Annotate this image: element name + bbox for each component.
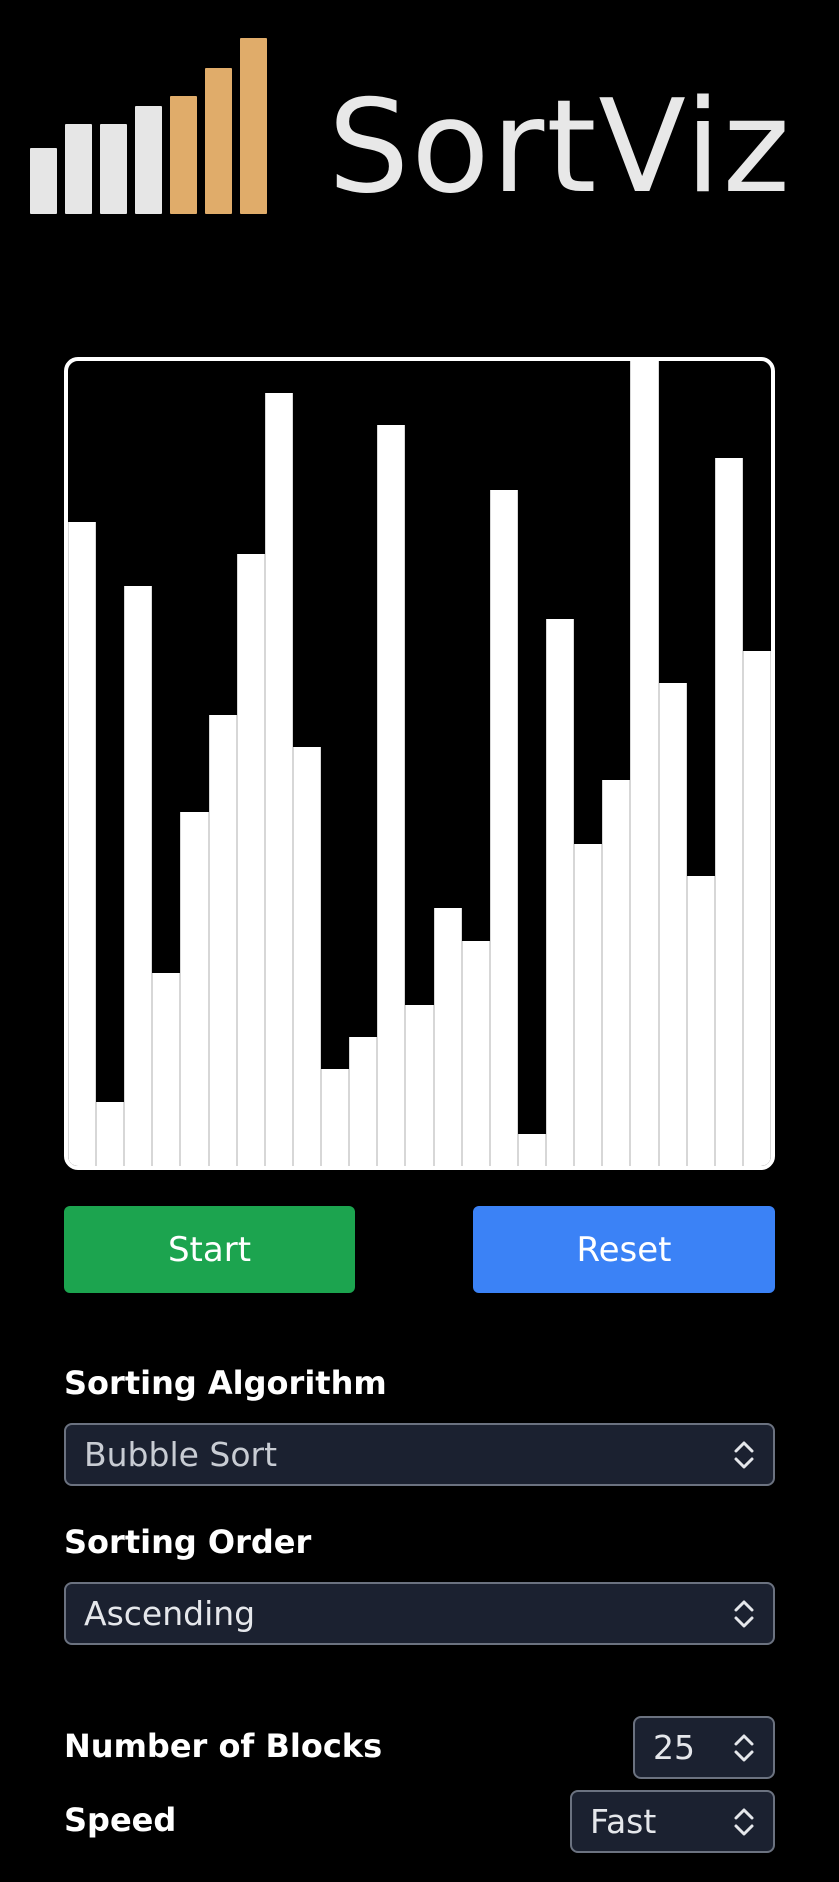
sort-block <box>517 1133 547 1166</box>
sort-block <box>377 425 406 1166</box>
sort-block <box>546 618 575 1166</box>
logo-bar <box>30 148 57 214</box>
sort-block <box>658 683 687 1166</box>
sort-block <box>630 361 659 1166</box>
chevron-up-down-icon <box>734 1808 754 1835</box>
sort-block <box>180 811 209 1166</box>
sort-block <box>208 715 237 1166</box>
sort-block <box>602 779 631 1166</box>
sort-block <box>742 650 771 1166</box>
logo-bars-icon <box>28 38 298 214</box>
logo-bar <box>100 124 127 214</box>
sort-block <box>236 554 265 1166</box>
algorithm-select-value: Bubble Sort <box>84 1435 278 1474</box>
sort-block <box>152 972 181 1166</box>
sort-block <box>574 844 603 1166</box>
logo-bar <box>240 38 267 214</box>
blocks-label: Number of Blocks <box>64 1727 383 1765</box>
blocks-stepper[interactable]: 25 <box>633 1716 775 1779</box>
order-select-value: Ascending <box>84 1594 256 1633</box>
sort-block <box>96 1101 125 1166</box>
app-logo: SortViz <box>28 38 808 218</box>
sort-block <box>714 457 743 1166</box>
sort-block <box>124 586 153 1166</box>
sort-block <box>405 1005 434 1166</box>
sort-block <box>461 940 490 1166</box>
speed-select-value: Fast <box>590 1802 657 1841</box>
algorithm-label: Sorting Algorithm <box>64 1364 387 1402</box>
sort-block <box>264 393 293 1166</box>
sort-block <box>321 1069 350 1166</box>
chevron-up-down-icon <box>734 1441 754 1468</box>
speed-label: Speed <box>64 1801 177 1839</box>
app-title: SortViz <box>328 73 792 222</box>
sort-block <box>433 908 462 1166</box>
sort-block <box>349 1037 378 1166</box>
logo-bar <box>205 68 232 214</box>
order-select[interactable]: Ascending <box>64 1582 775 1645</box>
order-label: Sorting Order <box>64 1523 312 1561</box>
sort-visualizer <box>64 357 775 1170</box>
logo-bar <box>65 124 92 214</box>
speed-select[interactable]: Fast <box>570 1790 775 1853</box>
algorithm-select[interactable]: Bubble Sort <box>64 1423 775 1486</box>
logo-bar <box>135 106 162 214</box>
sort-block <box>489 489 518 1166</box>
reset-button[interactable]: Reset <box>473 1206 775 1293</box>
chevron-up-down-icon[interactable] <box>729 1728 759 1768</box>
sort-block <box>292 747 322 1166</box>
chevron-up-down-icon <box>734 1600 754 1627</box>
blocks-value: 25 <box>653 1728 695 1767</box>
start-button[interactable]: Start <box>64 1206 355 1293</box>
logo-bar <box>170 96 197 214</box>
sort-block <box>68 522 97 1166</box>
sort-block <box>686 876 715 1166</box>
